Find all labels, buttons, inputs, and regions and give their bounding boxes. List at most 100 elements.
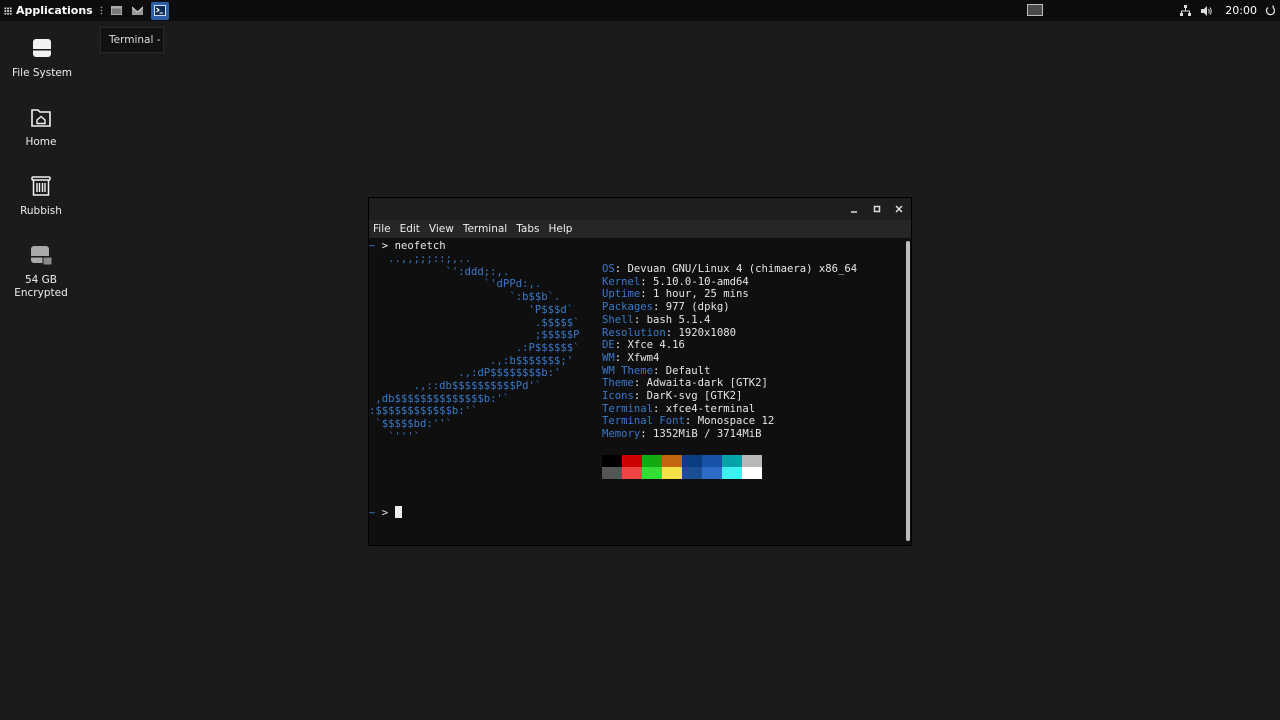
desktop-icon-label-line2: Encrypted	[14, 287, 68, 299]
palette-swatch	[702, 455, 722, 467]
trash-icon	[29, 174, 53, 198]
terminal-menubar: File Edit View Terminal Tabs Help	[369, 220, 911, 238]
info-key: WM Theme	[602, 364, 654, 377]
drive-icon	[30, 36, 54, 60]
logo-line: .:P$$$$$$`	[369, 341, 580, 354]
info-key: Icons	[602, 390, 634, 402]
close-icon[interactable]	[893, 203, 905, 215]
info-line: Terminal Font: Monospace 12	[602, 415, 775, 428]
file-manager-launcher-icon[interactable]	[109, 3, 125, 19]
menu-help[interactable]: Help	[548, 223, 572, 235]
text-cursor	[394, 506, 402, 518]
applications-label: Applications	[16, 4, 93, 17]
terminal-scrollbar[interactable]	[906, 241, 910, 541]
info-key: Shell	[602, 313, 634, 326]
prompt-line: ~ >	[369, 506, 402, 520]
prompt-tilde: ~	[369, 240, 376, 252]
info-value: 1352MiB / 3714MiB	[653, 428, 762, 441]
desktop-icon-label: File System	[11, 67, 73, 79]
info-key: Uptime	[602, 288, 641, 301]
palette-swatch	[662, 455, 682, 467]
logo-line: `':ddd;:,.	[369, 265, 510, 278]
palette-swatch	[682, 455, 702, 467]
info-value: Default	[665, 364, 711, 377]
info-key: Terminal Font	[602, 415, 685, 428]
palette-swatch	[662, 467, 682, 479]
color-palette	[602, 455, 762, 479]
volume-icon[interactable]	[1201, 5, 1213, 16]
top-panel: Applications 20:00	[0, 0, 1280, 21]
palette-swatch	[722, 467, 742, 479]
palette-swatch	[602, 467, 622, 479]
logo-line: ,db$$$$$$$$$$$$$$b:'`	[369, 392, 510, 405]
mail-client-launcher-icon[interactable]	[130, 3, 146, 19]
palette-swatch	[622, 467, 642, 479]
info-line: Theme: Adwaita-dark [GTK2]	[602, 377, 768, 390]
info-value: Xfwm4	[627, 351, 660, 364]
desktop-icon-home[interactable]: Home	[0, 105, 82, 149]
workspace-switcher[interactable]	[1027, 4, 1043, 16]
logo-line: .,::db$$$$$$$$$$Pd'`	[369, 380, 542, 392]
info-key: Resolution	[602, 326, 666, 339]
palette-swatch	[622, 455, 642, 467]
info-line: DE: Xfce 4.16	[602, 339, 685, 352]
info-key: OS	[602, 263, 615, 275]
window-titlebar[interactable]	[369, 198, 911, 220]
desktop-icon-file-system[interactable]: File System	[1, 36, 83, 80]
info-value: 977 (dpkg)	[665, 301, 730, 314]
info-value: Adwaita-dark [GTK2]	[646, 377, 768, 390]
palette-swatch	[642, 455, 662, 467]
desktop-icon-label: Home	[25, 136, 57, 148]
terminal-launcher-icon[interactable]	[150, 1, 169, 20]
minimize-icon[interactable]	[848, 203, 860, 215]
logo-line: `$$$$$bd:''`	[369, 418, 452, 431]
menu-tabs[interactable]: Tabs	[516, 223, 539, 235]
prompt-char: >	[381, 240, 389, 252]
info-key: Terminal	[602, 402, 654, 415]
info-value: Xfce 4.16	[627, 339, 685, 352]
info-key: DE	[602, 339, 615, 352]
logo-line: :$$$$$$$$$$$$b:'`	[369, 405, 478, 418]
power-icon[interactable]	[1265, 5, 1276, 16]
desktop-icon-encrypted-drive[interactable]: 54 GB Encrypted	[0, 243, 82, 300]
palette-swatch	[702, 467, 722, 479]
prompt-tilde: ~	[369, 507, 376, 519]
info-value: 5.10.0-10-amd64	[653, 275, 749, 288]
info-key: Memory	[602, 428, 641, 441]
info-value: 1 hour, 25 mins	[653, 288, 749, 301]
info-value: xfce4-terminal	[665, 402, 756, 415]
info-line: Packages: 977 (dpkg)	[602, 301, 730, 314]
command-line: ~ > neofetch	[369, 240, 446, 253]
info-line: OS: Devuan GNU/Linux 4 (chimaera) x86_64	[602, 263, 858, 275]
command-text: neofetch	[394, 240, 446, 252]
terminal-window[interactable]: File Edit View Terminal Tabs Help ~ > ne…	[369, 198, 911, 545]
logo-line: ;$$$$$P	[369, 329, 580, 342]
info-value: DarK-svg [GTK2]	[646, 390, 743, 402]
applications-menu-button[interactable]: Applications	[0, 0, 97, 21]
prompt-char: >	[381, 507, 389, 519]
menu-terminal[interactable]: Terminal	[463, 223, 507, 235]
info-line: Uptime: 1 hour, 25 mins	[602, 288, 749, 301]
logo-line: .,:dP$$$$$$$$b:'	[369, 367, 561, 380]
palette-swatch	[742, 467, 762, 479]
info-line: Shell: bash 5.1.4	[602, 313, 711, 326]
network-icon[interactable]	[1180, 5, 1192, 16]
menu-view[interactable]: View	[429, 223, 454, 235]
maximize-icon[interactable]	[871, 203, 883, 215]
info-key: Packages	[602, 301, 654, 314]
palette-swatch	[602, 455, 622, 467]
clock[interactable]: 20:00	[1225, 4, 1257, 17]
desktop-icon-rubbish[interactable]: Rubbish	[0, 174, 82, 218]
menu-file[interactable]: File	[373, 223, 391, 235]
desktop-icon-label: Rubbish	[20, 205, 62, 217]
panel-separator-handle[interactable]	[99, 6, 103, 15]
info-line: WM Theme: Default	[602, 364, 711, 377]
logo-line: `'dPPd:,.	[369, 278, 542, 291]
info-key: WM	[602, 351, 615, 364]
menu-edit[interactable]: Edit	[400, 223, 420, 235]
palette-swatch	[642, 467, 662, 479]
terminal-output[interactable]: ~ > neofetch ..,,;;;::;,.. `':ddd;:,. `'…	[369, 238, 905, 545]
info-value: 1920x1080	[678, 326, 736, 339]
terminal-tooltip: Terminal -	[100, 27, 164, 53]
info-line: Terminal: xfce4-terminal	[602, 402, 756, 415]
